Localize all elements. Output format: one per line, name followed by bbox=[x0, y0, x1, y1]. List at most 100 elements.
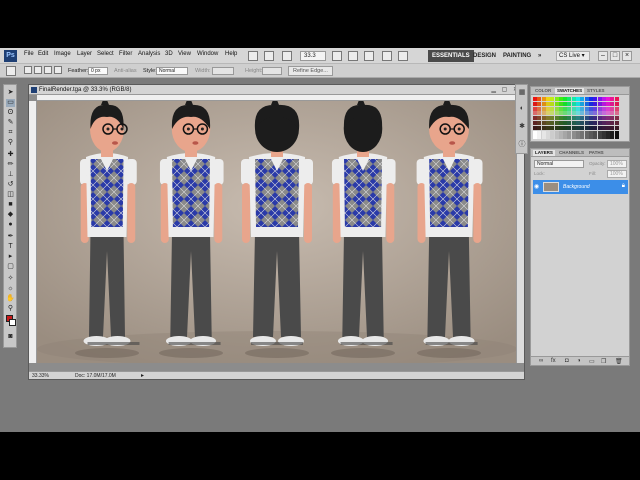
anti-alias-checkbox[interactable]: Anti-alias bbox=[114, 68, 137, 74]
blend-mode-select[interactable]: Normal bbox=[534, 160, 584, 168]
maximize-button[interactable]: □ bbox=[610, 51, 620, 61]
menu-window[interactable]: Window bbox=[197, 51, 218, 57]
menu-help[interactable]: Help bbox=[225, 51, 237, 57]
feather-input[interactable]: 0 px bbox=[88, 67, 108, 75]
new-group-icon[interactable]: ▭ bbox=[589, 358, 595, 365]
document-tab[interactable]: FinalRender.tga @ 33.3% (RGB/8) ▁ ▢ ✕ bbox=[29, 85, 524, 95]
tab-paths[interactable]: PATHS bbox=[587, 150, 606, 156]
zoom-tool-icon[interactable]: ⚲ bbox=[6, 305, 15, 313]
clone-stamp-icon[interactable]: ⊥ bbox=[6, 171, 15, 179]
new-selection-icon[interactable] bbox=[24, 66, 32, 74]
launch-bridge-icon[interactable] bbox=[248, 51, 258, 61]
add-selection-icon[interactable] bbox=[34, 66, 42, 74]
vertical-ruler[interactable] bbox=[29, 101, 37, 363]
eyedropper-tool-icon[interactable]: ⚲ bbox=[6, 139, 15, 147]
color-swatch[interactable] bbox=[614, 135, 619, 140]
menu-3d[interactable]: 3D bbox=[165, 51, 173, 57]
color-swatch[interactable] bbox=[614, 121, 619, 125]
refine-edge-button[interactable]: Refine Edge... bbox=[288, 66, 333, 76]
eraser-tool-icon[interactable]: ◫ bbox=[6, 191, 15, 199]
menu-layer[interactable]: Layer bbox=[77, 51, 92, 57]
opacity-input[interactable]: 100% bbox=[607, 160, 627, 168]
history-brush-icon[interactable]: ↺ bbox=[6, 181, 15, 189]
color-swatch[interactable] bbox=[614, 111, 619, 116]
zoom-tool-icon[interactable] bbox=[348, 51, 358, 61]
visibility-eye-icon[interactable]: ◉ bbox=[534, 183, 540, 191]
minimize-button[interactable]: – bbox=[598, 51, 608, 61]
quick-mask-icon[interactable]: ◙ bbox=[6, 333, 15, 341]
menu-view[interactable]: View bbox=[178, 51, 191, 57]
tab-channels[interactable]: CHANNELS bbox=[557, 150, 586, 156]
menu-image[interactable]: Image bbox=[54, 51, 71, 57]
zoom-level-field[interactable]: 33.3 bbox=[300, 51, 326, 61]
adjustment-layer-icon[interactable]: ◑ bbox=[577, 358, 581, 364]
brush-tool-icon[interactable]: ✏ bbox=[6, 161, 15, 169]
color-swatch[interactable] bbox=[614, 97, 619, 101]
3d-rotate-icon[interactable]: ✧ bbox=[6, 275, 15, 283]
menu-filter[interactable]: Filter bbox=[119, 51, 132, 57]
layer-row-background[interactable]: ◉ Background 🔒︎ bbox=[533, 180, 628, 194]
new-layer-icon[interactable]: ❐ bbox=[601, 358, 606, 365]
info-icon[interactable]: ⓘ bbox=[518, 141, 526, 149]
more-workspaces-icon[interactable]: » bbox=[534, 50, 545, 62]
shape-tool-icon[interactable]: ▢ bbox=[6, 263, 15, 271]
color-swatch[interactable] bbox=[614, 101, 619, 106]
background-color-swatch[interactable] bbox=[9, 319, 16, 326]
menu-file[interactable]: File bbox=[24, 51, 34, 57]
tab-swatches[interactable]: SWATCHES bbox=[555, 88, 585, 94]
blur-tool-icon[interactable]: ◆ bbox=[6, 211, 15, 219]
color-swatch[interactable] bbox=[614, 125, 619, 130]
lasso-tool-icon[interactable]: ʘ bbox=[6, 109, 15, 117]
menu-analysis[interactable]: Analysis bbox=[138, 51, 160, 57]
cs-live-button[interactable]: CS Live ▾ bbox=[556, 51, 590, 61]
marquee-tool-icon[interactable]: ▭ bbox=[6, 99, 15, 107]
screen-mode-icon[interactable] bbox=[398, 51, 408, 61]
width-input[interactable] bbox=[212, 67, 234, 75]
launch-minibridge-icon[interactable] bbox=[264, 51, 274, 61]
menu-select[interactable]: Select bbox=[97, 51, 114, 57]
fill-input[interactable]: 100% bbox=[607, 170, 627, 178]
workspace-design[interactable]: DESIGN bbox=[469, 50, 500, 62]
tab-color[interactable]: COLOR bbox=[533, 88, 553, 94]
move-tool-icon[interactable]: ➤ bbox=[6, 89, 15, 97]
path-select-icon[interactable]: ▸ bbox=[6, 253, 15, 261]
hand-tool-icon[interactable] bbox=[332, 51, 342, 61]
color-swatch[interactable] bbox=[614, 130, 619, 135]
workspace-painting[interactable]: PAINTING bbox=[499, 50, 535, 62]
link-layers-icon[interactable]: ∞ bbox=[539, 358, 543, 364]
menu-edit[interactable]: Edit bbox=[38, 51, 48, 57]
color-swatch[interactable] bbox=[614, 116, 619, 121]
style-select[interactable]: Normal bbox=[156, 67, 188, 75]
workspace-essentials[interactable]: ESSENTIALS bbox=[428, 50, 474, 62]
hand-tool-icon[interactable]: ✋ bbox=[6, 295, 15, 303]
height-input[interactable] bbox=[262, 67, 282, 75]
delete-layer-icon[interactable]: 🗑︎ bbox=[615, 358, 623, 365]
swatch-grid[interactable] bbox=[533, 97, 619, 141]
pen-tool-icon[interactable]: ✒ bbox=[6, 233, 15, 241]
view-extras-icon[interactable] bbox=[282, 51, 292, 61]
crop-tool-icon[interactable]: ⌗ bbox=[6, 129, 15, 137]
status-menu-arrow-icon[interactable]: ▸ bbox=[141, 372, 144, 379]
mini-bridge-icon[interactable]: ▦ bbox=[518, 89, 526, 97]
rotate-view-icon[interactable] bbox=[364, 51, 374, 61]
tab-styles[interactable]: STYLES bbox=[585, 88, 607, 94]
add-mask-icon[interactable]: ◘ bbox=[565, 358, 569, 364]
3d-camera-icon[interactable]: ☼ bbox=[6, 285, 15, 293]
layer-style-icon[interactable]: fx bbox=[551, 358, 556, 364]
close-button[interactable]: × bbox=[622, 51, 632, 61]
image-canvas[interactable] bbox=[37, 101, 517, 363]
masks-icon[interactable]: ✱ bbox=[518, 123, 526, 131]
marquee-preset-icon[interactable] bbox=[6, 66, 16, 76]
adjustments-icon[interactable]: ◐ bbox=[518, 105, 526, 113]
dodge-tool-icon[interactable]: ● bbox=[6, 221, 15, 229]
healing-brush-icon[interactable]: ✚ bbox=[6, 151, 15, 159]
type-tool-icon[interactable]: T bbox=[6, 243, 15, 251]
intersect-selection-icon[interactable] bbox=[54, 66, 62, 74]
arrange-documents-icon[interactable] bbox=[382, 51, 392, 61]
quick-select-tool-icon[interactable]: ✎ bbox=[6, 119, 15, 127]
color-swatch[interactable] bbox=[614, 106, 619, 111]
tab-layers[interactable]: LAYERS bbox=[533, 150, 555, 156]
status-zoom[interactable]: 33.33% bbox=[32, 373, 49, 379]
gradient-tool-icon[interactable]: ■ bbox=[6, 201, 15, 209]
subtract-selection-icon[interactable] bbox=[44, 66, 52, 74]
